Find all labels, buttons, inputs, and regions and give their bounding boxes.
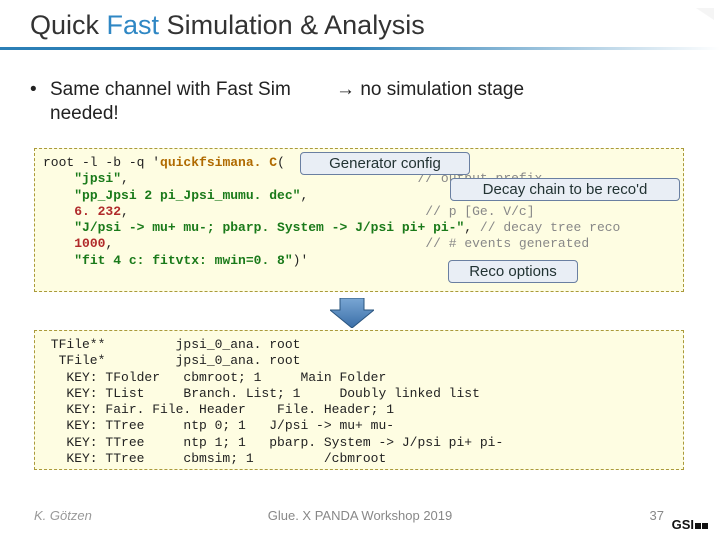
slide: Quick Fast Simulation & Analysis • Same … — [0, 0, 720, 540]
c2l4: KEY: TList Branch. List; 1 Doubly linked… — [43, 386, 480, 401]
bullet-line2: needed! — [50, 103, 119, 124]
bullet-text: • Same channel with Fast Sim → no simula… — [30, 78, 690, 126]
c1l3b: , — [300, 188, 308, 203]
c1l7b: )' — [293, 253, 309, 268]
logo-square-icon — [702, 523, 708, 529]
c1l1a: root -l -b -q ' — [43, 155, 160, 170]
bullet-dot: • — [30, 78, 37, 102]
title-bar: Quick Fast Simulation & Analysis — [0, 0, 720, 56]
title-word-2: Fast — [107, 10, 160, 40]
c2l7: KEY: TTree ntp 1; 1 pbarp. System -> J/p… — [43, 435, 503, 450]
footer: K. Götzen Glue. X PANDA Workshop 2019 37… — [0, 508, 720, 532]
c1l5a: "J/psi -> mu+ mu-; pbarp. System -> J/ps… — [74, 220, 464, 235]
title-underline — [0, 47, 720, 50]
c1l2a: "jpsi" — [74, 171, 121, 186]
c1l2b: , — [121, 171, 129, 186]
c2l5: KEY: Fair. File. Header File. Header; 1 — [43, 402, 394, 417]
c1l3a: "pp_Jpsi 2 pi_Jpsi_mumu. dec" — [74, 188, 300, 203]
c1l5c: // decay tree reco — [480, 220, 620, 235]
callout-decay-chain: Decay chain to be reco'd — [450, 178, 680, 201]
c1l4a: 6. 232 — [74, 204, 121, 219]
callout-generator-config: Generator config — [300, 152, 470, 175]
c1l6b: , — [105, 236, 113, 251]
c2l8: KEY: TTree cbmsim; 1 /cbmroot — [43, 451, 386, 466]
callout-reco-options: Reco options — [448, 260, 578, 283]
c2l6: KEY: TTree ntp 0; 1 J/psi -> mu+ mu- — [43, 418, 394, 433]
footer-page-number: 37 — [650, 508, 664, 523]
c2l2: TFile* jpsi_0_ana. root — [43, 353, 300, 368]
c1l1c: ( — [277, 155, 285, 170]
c1l7a: "fit 4 c: fitvtx: mwin=0. 8" — [74, 253, 292, 268]
footer-event: Glue. X PANDA Workshop 2019 — [0, 508, 720, 523]
bullet-line1b: → no simulation stage — [336, 79, 524, 100]
c2l1: TFile** jpsi_0_ana. root — [43, 337, 300, 352]
footer-logo-text: GSI — [672, 517, 694, 532]
footer-logo: GSI — [672, 517, 708, 532]
c1l4b: , — [121, 204, 129, 219]
c1l6c: // # events generated — [425, 236, 589, 251]
slide-title: Quick Fast Simulation & Analysis — [30, 10, 425, 41]
c1l5b: , — [464, 220, 472, 235]
code-block-output: TFile** jpsi_0_ana. root TFile* jpsi_0_a… — [34, 330, 684, 470]
c2l3: KEY: TFolder cbmroot; 1 Main Folder — [43, 370, 386, 385]
title-word-3: Simulation & Analysis — [167, 10, 425, 40]
down-arrow-icon — [330, 298, 374, 328]
title-word-1: Quick — [30, 10, 99, 40]
c1l6a: 1000 — [74, 236, 105, 251]
c1l1b: quickfsimana. C — [160, 155, 277, 170]
logo-square-icon — [695, 523, 701, 529]
corner-decoration — [696, 8, 714, 20]
bullet-line1a: Same channel with Fast Sim — [50, 79, 291, 100]
bullet-content: Same channel with Fast Sim → no simulati… — [50, 78, 690, 126]
c1l4c: // p [Ge. V/c] — [425, 204, 534, 219]
